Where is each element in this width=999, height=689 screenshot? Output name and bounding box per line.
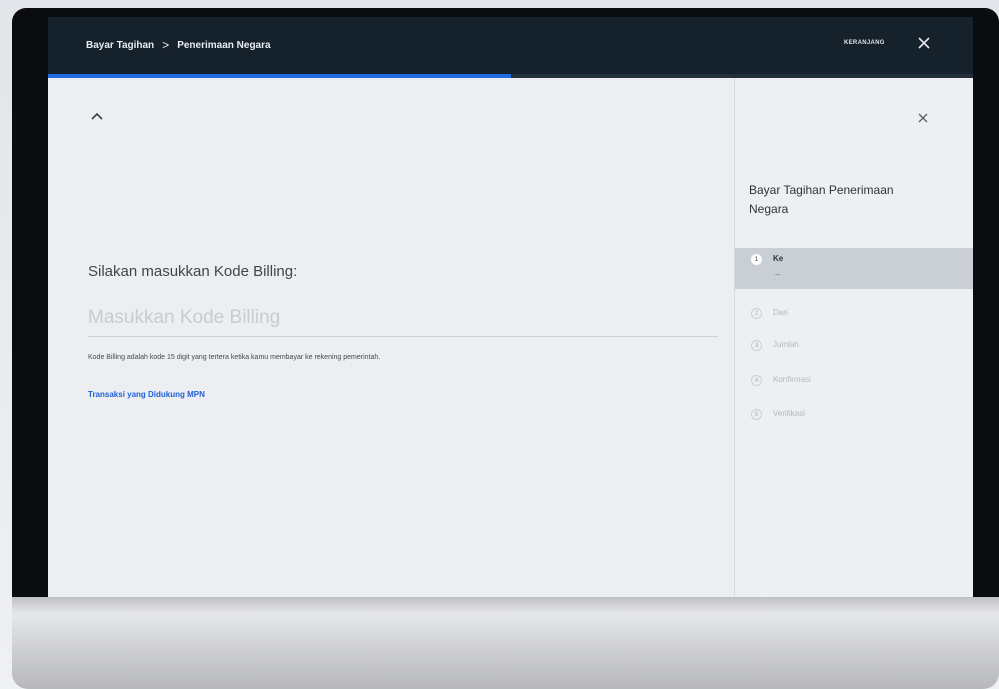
laptop-base xyxy=(12,597,999,689)
step-label: Jumlah xyxy=(773,340,799,349)
side-panel: Bayar Tagihan Penerimaan Negara 1 Ke -- … xyxy=(734,78,973,597)
close-button[interactable] xyxy=(914,33,934,53)
billing-prompt: Silakan masukkan Kode Billing: xyxy=(88,263,298,280)
step-jumlah[interactable]: 3 Jumlah xyxy=(735,332,973,360)
billing-hint: Kode Billing adalah kode 15 digit yang t… xyxy=(88,354,381,361)
step-dari[interactable]: 2 Dari xyxy=(735,300,973,328)
app-screen: Bayar Tagihan > Penerimaan Negara KERANJ… xyxy=(48,17,973,597)
step-number: 5 xyxy=(751,409,762,420)
step-number: 3 xyxy=(751,340,762,351)
breadcrumb-separator: > xyxy=(162,38,170,52)
step-konfirmasi[interactable]: 4 Konfirmasi xyxy=(735,367,973,395)
collapse-button[interactable] xyxy=(88,108,106,126)
chevron-up-icon xyxy=(91,112,103,120)
step-label: Ke xyxy=(773,254,784,263)
billing-code-input[interactable] xyxy=(88,300,718,337)
step-label: Konfirmasi xyxy=(773,375,811,384)
supported-transactions-link[interactable]: Transaksi yang Didukung MPN xyxy=(88,390,205,399)
step-label: Verifikasi xyxy=(773,409,806,418)
step-label: Dari xyxy=(773,308,788,317)
step-verifikasi[interactable]: 5 Verifikasi xyxy=(735,401,973,429)
close-icon xyxy=(918,113,928,123)
cart-link[interactable]: KERANJANG xyxy=(844,40,885,46)
step-number: 4 xyxy=(751,375,762,386)
breadcrumb-item-bayar-tagihan[interactable]: Bayar Tagihan xyxy=(86,40,154,51)
side-panel-title: Bayar Tagihan Penerimaan Negara xyxy=(749,183,894,216)
top-bar: Bayar Tagihan > Penerimaan Negara KERANJ… xyxy=(48,17,973,74)
close-icon xyxy=(918,37,930,49)
breadcrumb: Bayar Tagihan > Penerimaan Negara xyxy=(86,38,271,52)
step-number: 1 xyxy=(751,254,762,265)
breadcrumb-item-penerimaan-negara: Penerimaan Negara xyxy=(177,39,271,51)
side-panel-close-button[interactable] xyxy=(915,110,931,130)
step-ke[interactable]: 1 Ke -- xyxy=(735,248,973,289)
step-value: -- xyxy=(775,270,781,279)
step-number: 2 xyxy=(751,308,762,319)
main-content: Silakan masukkan Kode Billing: Kode Bill… xyxy=(48,78,734,597)
